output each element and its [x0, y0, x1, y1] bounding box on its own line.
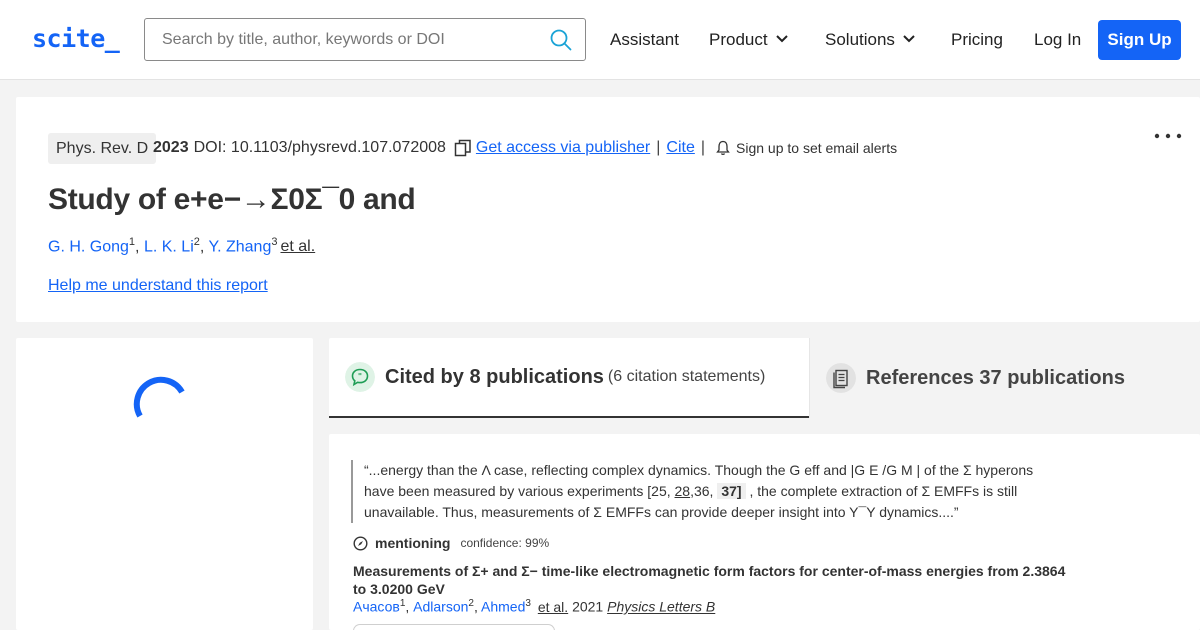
sidebar-panel	[16, 338, 313, 630]
highlighted-reference[interactable]: 37]	[717, 483, 746, 499]
chevron-down-icon	[776, 35, 788, 43]
citation-statement-card: “...energy than the Λ case, reflecting c…	[329, 434, 1200, 630]
citation-action-button[interactable]	[353, 624, 555, 630]
nav-solutions-menu[interactable]: Solutions	[825, 30, 917, 50]
author-link[interactable]: Y. Zhang	[208, 238, 271, 255]
login-link[interactable]: Log In	[1034, 30, 1081, 50]
bell-icon[interactable]	[715, 140, 731, 156]
et-al-link[interactable]: et al.	[538, 599, 568, 615]
top-navigation-bar: scite_ Assistant Product Solutions Prici…	[0, 0, 1200, 80]
author-link[interactable]: Ачасов	[353, 599, 400, 615]
nav-pricing-link[interactable]: Pricing	[951, 30, 1003, 50]
document-icon	[826, 363, 856, 393]
search-input[interactable]	[145, 19, 535, 60]
citing-publication-title[interactable]: Measurements of Σ+ and Σ− time-like elec…	[353, 562, 1073, 598]
report-title: Study of e+e−→Σ0Σ¯0 and	[48, 183, 416, 216]
nav-solutions-label: Solutions	[825, 30, 895, 49]
tab-references[interactable]: References 37 publications	[809, 338, 1200, 418]
confidence-score: confidence: 99%	[460, 536, 550, 550]
nav-product-menu[interactable]: Product	[709, 30, 789, 50]
author-separator: ,	[473, 598, 481, 615]
author-link[interactable]: Ahmed	[481, 599, 525, 615]
separator: |	[700, 139, 705, 156]
access-via-publisher-link[interactable]: Get access via publisher	[476, 139, 650, 157]
citing-publication-meta: Ачасов1, Adlarson2, Ahmed3 et al. 2021 P…	[353, 598, 715, 615]
citing-year: 2021	[572, 598, 604, 615]
nav-product-label: Product	[709, 30, 768, 49]
scite-logo[interactable]: scite_	[32, 24, 120, 53]
compass-icon	[353, 535, 368, 551]
nav-assistant-link[interactable]: Assistant	[610, 30, 679, 50]
citation-snippet: “...energy than the Λ case, reflecting c…	[351, 460, 1063, 523]
citation-type: mentioning	[375, 535, 451, 551]
citation-tabs: " Cited by 8 publications (6 citation st…	[329, 338, 1200, 418]
copy-icon[interactable]	[454, 139, 472, 157]
report-header-card: Phys. Rev. D 2023 DOI: 10.1103/physrevd.…	[16, 97, 1200, 322]
author-affiliation-marker: 3	[271, 236, 278, 248]
journal-badge[interactable]: Phys. Rev. D	[48, 133, 157, 164]
author-link[interactable]: L. K. Li	[144, 238, 194, 255]
separator: |	[656, 139, 661, 156]
tab-cited-label: Cited by 8 publications	[385, 365, 604, 388]
help-understand-report-link[interactable]: Help me understand this report	[48, 277, 268, 295]
citing-journal-link[interactable]: Physics Letters B	[607, 599, 715, 615]
doi-text: DOI: 10.1103/physrevd.107.072008	[193, 139, 446, 156]
author-affiliation-marker: 3	[525, 598, 531, 609]
author-list: G. H. Gong1, L. K. Li2, Y. Zhang3 et al.	[48, 236, 315, 256]
email-alerts-link[interactable]: Sign up to set email alerts	[736, 140, 897, 156]
author-link[interactable]: G. H. Gong	[48, 238, 129, 255]
tab-cited-by[interactable]: " Cited by 8 publications (6 citation st…	[329, 338, 809, 418]
report-meta-line: 2023 DOI: 10.1103/physrevd.107.072008 Ge…	[153, 139, 897, 157]
tab-cited-statement-count: (6 citation statements)	[607, 368, 766, 385]
author-link[interactable]: Adlarson	[413, 599, 468, 615]
et-al-link[interactable]: et al.	[280, 238, 315, 255]
signup-button[interactable]: Sign Up	[1098, 20, 1181, 60]
author-separator: ,	[405, 598, 414, 615]
publication-year: 2023	[153, 139, 189, 156]
cite-link[interactable]: Cite	[666, 139, 694, 157]
citation-classification: mentioning confidence: 99%	[353, 535, 549, 551]
tab-references-label: References 37 publications	[866, 366, 1125, 389]
author-separator: ,	[135, 238, 144, 256]
search-box	[144, 18, 586, 61]
svg-text:": "	[358, 372, 362, 381]
loading-spinner-icon	[133, 376, 185, 418]
reference-link[interactable]: 28	[675, 483, 691, 499]
speech-bubble-icon: "	[345, 362, 375, 392]
snippet-text: ,36,	[690, 483, 718, 499]
more-options-icon[interactable]	[1154, 133, 1182, 139]
search-icon[interactable]	[549, 28, 573, 52]
chevron-down-icon	[903, 35, 915, 43]
